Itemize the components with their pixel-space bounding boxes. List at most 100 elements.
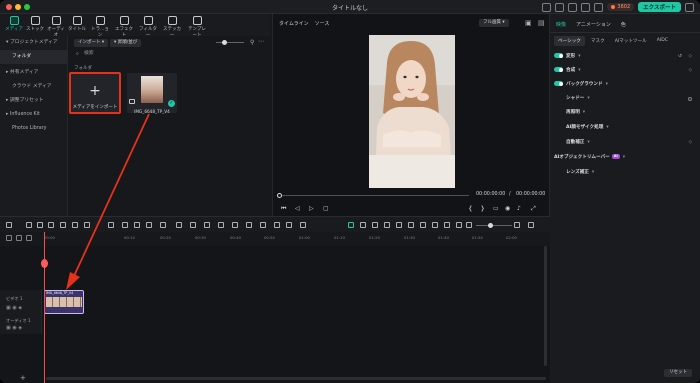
quality-dropdown[interactable]: フル画質 ▾ — [479, 19, 509, 27]
audio-edit-icon[interactable] — [122, 222, 128, 228]
step-back-icon[interactable]: ◁ — [295, 205, 300, 212]
record-icon[interactable] — [408, 222, 414, 228]
cloud-icon[interactable] — [568, 2, 578, 12]
sidebar-item-photos-library[interactable]: Photos Library — [0, 122, 67, 136]
property-auto-enhance[interactable]: 自動補正 ▾ ◇ — [554, 138, 694, 147]
tool-effects[interactable]: エフェクト — [113, 16, 135, 38]
stabilize-icon[interactable] — [218, 222, 224, 228]
property-relight[interactable]: 再照明 ▾ — [554, 108, 694, 117]
sidebar-item-adjust-presets[interactable]: ▸ 調整プリセット — [0, 94, 67, 108]
media-clip-thumbnail[interactable]: ✓ IMG_6648_TP_V4 — [127, 73, 177, 114]
tool-filter[interactable]: フィルター — [137, 16, 159, 38]
property-shadow[interactable]: シャドー ▾ — [554, 94, 694, 103]
composite-toggle[interactable] — [554, 67, 563, 72]
keyframe-icon[interactable]: ◇ — [688, 66, 692, 75]
thumbnail-size-slider[interactable] — [216, 40, 244, 45]
track-controls-icon[interactable]: ▣ ◉ ◈ — [6, 325, 22, 331]
filter-icon[interactable]: ⚲ — [250, 39, 254, 46]
tool-sticker[interactable]: ステッカー — [161, 16, 183, 38]
select-icon[interactable] — [26, 222, 32, 228]
voice-icon[interactable] — [432, 222, 438, 228]
tool-transition[interactable]: トラ...ョン — [89, 16, 111, 38]
keyframe-icon[interactable]: ◇ — [688, 52, 692, 61]
expand-icon[interactable] — [300, 222, 306, 228]
import-media-tile[interactable]: + メディアをインポート — [69, 72, 121, 114]
mask-icon[interactable] — [176, 222, 182, 228]
property-lens-correction[interactable]: レンズ補正 ▾ — [554, 168, 694, 177]
sort-dropdown[interactable]: ▾ 昇順/並び — [110, 39, 142, 47]
layout-icon[interactable] — [685, 2, 694, 12]
zoom-out-icon[interactable] — [466, 222, 472, 228]
ai-tool-icon[interactable] — [348, 222, 354, 228]
playback-progress[interactable] — [277, 193, 469, 198]
slider-knob[interactable] — [222, 40, 227, 45]
vertical-scrollbar[interactable] — [544, 246, 547, 366]
camera-icon[interactable]: ◉ — [505, 205, 510, 212]
link-icon[interactable] — [16, 235, 22, 241]
color-icon[interactable] — [146, 222, 152, 228]
text-icon[interactable] — [108, 222, 114, 228]
subtab-ai-matte[interactable]: AIマットツール — [611, 36, 651, 46]
delete-icon[interactable] — [60, 222, 66, 228]
tool-template[interactable]: テンプレート — [186, 16, 208, 38]
import-dropdown[interactable]: インポート ▾ — [74, 39, 109, 47]
horizontal-scrollbar[interactable] — [46, 377, 546, 380]
render-icon[interactable] — [360, 222, 366, 228]
expand-icon[interactable]: ⤢ — [531, 205, 536, 213]
mic-icon[interactable] — [420, 222, 426, 228]
subtab-mask[interactable]: マスク — [587, 36, 609, 46]
rotate-icon[interactable] — [160, 222, 166, 228]
tab-video[interactable]: 映像 — [556, 21, 566, 28]
shield-icon[interactable] — [396, 222, 402, 228]
audio-detach-icon[interactable] — [286, 222, 292, 228]
reset-icon[interactable]: ↺ — [678, 52, 682, 61]
tool-title[interactable]: タイトル — [66, 16, 88, 32]
tool-audio[interactable]: オーディオ — [45, 16, 67, 38]
property-ai-object-remover[interactable]: AIオブジェクトリムーバー AI ▾ — [554, 153, 694, 162]
sidebar-item-shared-media[interactable]: ▸ 共有メディア — [0, 66, 67, 80]
track-controls-icon[interactable]: ▣ ◉ ◈ — [6, 305, 22, 311]
subtab-aidc[interactable]: AIDC — [653, 36, 672, 46]
reset-button[interactable]: リセット — [664, 369, 692, 377]
monitor-icon[interactable] — [555, 2, 565, 12]
keyframe-icon[interactable]: ◇ — [688, 138, 692, 147]
zoom-in-icon[interactable] — [514, 222, 520, 228]
grid-icon[interactable] — [6, 222, 12, 228]
tab-timeline[interactable]: タイムライン — [279, 20, 309, 27]
grid-icon[interactable] — [594, 2, 604, 12]
caption-icon[interactable] — [384, 222, 390, 228]
toggle-dot-icon[interactable] — [688, 97, 692, 101]
display-icon[interactable]: ▭ — [493, 205, 499, 212]
undo-icon[interactable] — [37, 222, 43, 228]
share-icon[interactable] — [542, 2, 552, 12]
download-icon[interactable] — [581, 2, 591, 12]
timeline-options-icon[interactable] — [528, 222, 534, 228]
playhead-knob[interactable] — [41, 259, 48, 268]
sidebar-item-project-media[interactable]: ▾ プロジェクトメディア — [0, 36, 67, 50]
sidebar-item-influence-kit[interactable]: ▸ Influence Kit — [0, 108, 67, 122]
timeline-playhead[interactable] — [44, 232, 45, 383]
export-button[interactable]: エクスポート — [638, 2, 681, 12]
points-badge[interactable]: 3602 — [607, 3, 635, 11]
effect-toggle-icon[interactable] — [372, 222, 378, 228]
keyframe-icon[interactable] — [232, 222, 238, 228]
tab-animation[interactable]: アニメーション — [576, 21, 611, 28]
scissors-icon[interactable] — [72, 222, 78, 228]
crop-icon[interactable] — [84, 222, 90, 228]
speed-icon[interactable] — [134, 222, 140, 228]
redo-icon[interactable] — [48, 222, 54, 228]
freeze-icon[interactable] — [190, 222, 196, 228]
transform-toggle[interactable] — [554, 53, 563, 58]
mark-in-icon[interactable]: ❬ — [468, 205, 473, 212]
property-background[interactable]: バックグラウンド ▾ — [554, 80, 694, 89]
group-icon[interactable] — [274, 222, 280, 228]
search-input[interactable]: ⌕ 検索 — [74, 50, 266, 58]
zoom-slider-knob[interactable] — [488, 223, 493, 228]
zoom-slider[interactable] — [476, 223, 512, 228]
prev-frame-icon[interactable]: ⏮ — [281, 205, 286, 213]
tool-stock[interactable]: ストック — [24, 16, 46, 32]
tab-color[interactable]: 色 — [621, 21, 626, 28]
timeline-clip[interactable]: IMG_6648_TP_V4 — [44, 290, 84, 314]
more-icon[interactable]: ⋯ — [258, 38, 264, 45]
mark-out-icon[interactable]: ❭ — [480, 205, 485, 212]
